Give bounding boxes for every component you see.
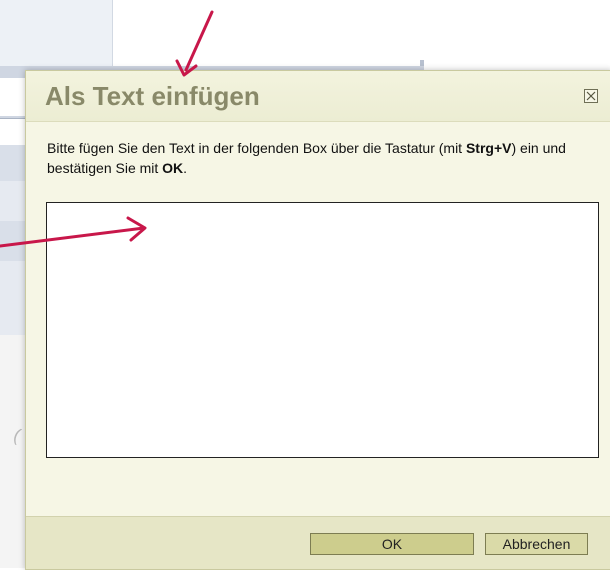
annotation-arrows <box>0 10 214 248</box>
arrow-annotation-icon <box>175 10 214 77</box>
arrow-annotation-icon <box>0 216 147 248</box>
